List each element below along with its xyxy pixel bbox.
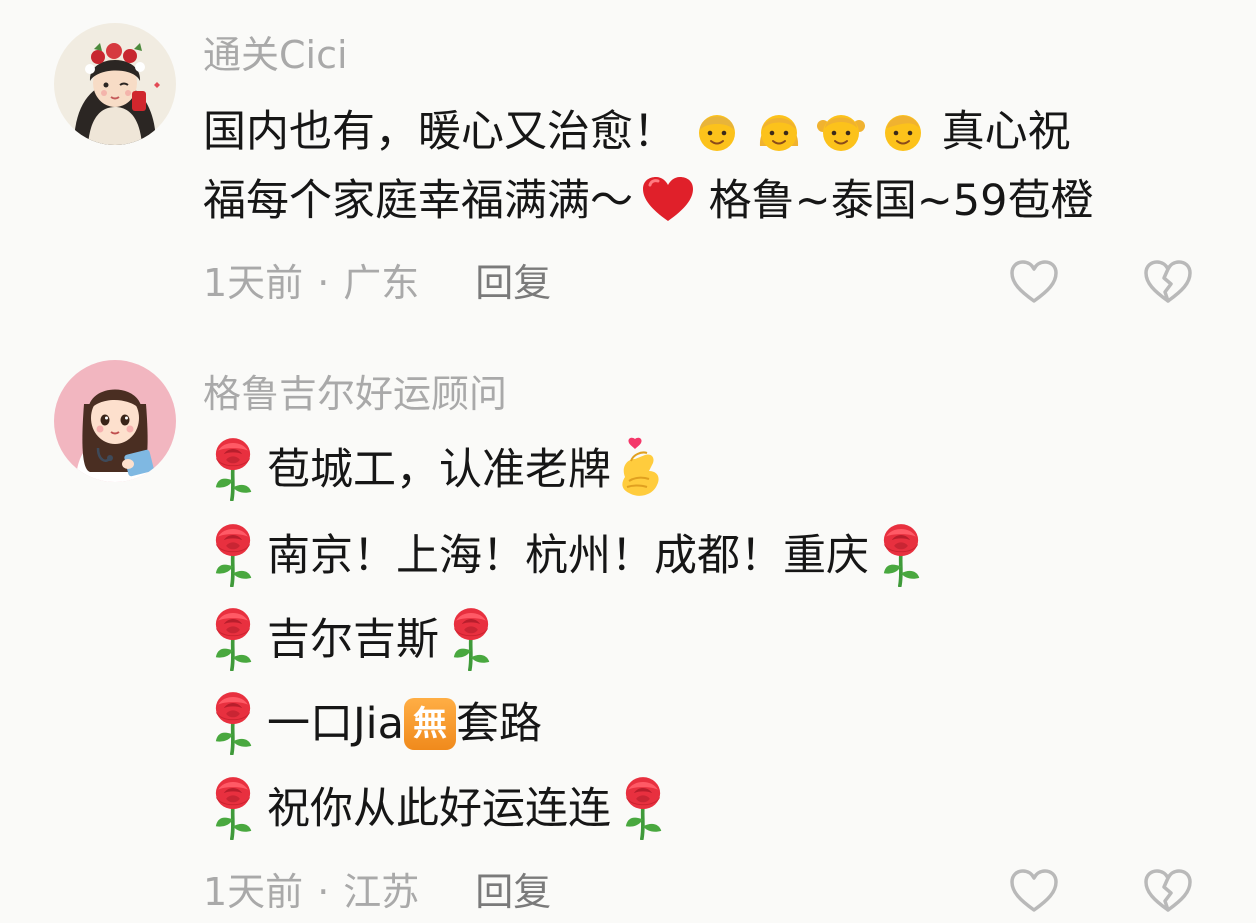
reply-button[interactable]: 回复: [475, 870, 551, 914]
comment-text-segment: 吉尔吉斯: [267, 615, 439, 665]
comment-text-segment: 南京！上海！杭州！成都！重庆: [267, 531, 869, 581]
comment-text-segment: 格鲁~泰国~59苞橙: [695, 176, 1094, 226]
comment-text-line: 祝你从此好运连连: [207, 776, 669, 844]
free-of-charge-badge-icon: 無: [403, 697, 456, 750]
dislike-button[interactable]: [1142, 867, 1194, 915]
rose-emoji: [207, 437, 259, 501]
broken-heart-icon: [1144, 869, 1192, 912]
like-button[interactable]: [1008, 258, 1060, 306]
comment-text-segment: 祝你从此好运连连: [267, 784, 611, 834]
user-avatar[interactable]: [54, 23, 176, 145]
comment-text-line: 吉尔吉斯: [207, 607, 497, 675]
rose-emoji: [875, 523, 927, 587]
comment-meta: 1天前 · 广东 回复: [203, 260, 551, 306]
comment-location: 江苏: [343, 870, 420, 914]
comment-text-line: 南京！上海！杭州！成都！重庆: [207, 523, 927, 591]
rose-emoji: [207, 607, 259, 671]
comment-text: 国内也有，暖心又治愈！ 真心祝 福每个家庭幸福满满～ 格鲁~泰国~59苞橙: [203, 100, 1093, 233]
rose-emoji: [617, 776, 669, 840]
meta-separator: ·: [317, 870, 330, 914]
avatar-image: [54, 360, 176, 482]
boy-emoji: [878, 106, 928, 156]
heart-outline-icon: [1010, 869, 1058, 912]
comment-text-segment: 真心祝: [928, 107, 1071, 157]
comment-text-segment: 一口Jia: [267, 699, 404, 749]
comment-time: 1天前: [203, 870, 304, 914]
comment-text-segment: 国内也有，暖心又治愈！: [203, 107, 676, 157]
rose-emoji: [207, 523, 259, 587]
comment-text-line: 苞城工，认准老牌: [207, 437, 665, 505]
red-heart-emoji: [643, 176, 693, 221]
heart-outline-icon: [1010, 260, 1058, 303]
rose-emoji: [207, 691, 259, 755]
broken-heart-icon: [1144, 260, 1192, 303]
comment-username[interactable]: 格鲁吉尔好运顾问: [203, 371, 507, 417]
rose-emoji: [207, 776, 259, 840]
rose-emoji: [445, 607, 497, 671]
meta-separator: ·: [317, 261, 330, 305]
comment-text-segment: 福每个家庭幸福满满～: [203, 176, 633, 226]
hand-with-index-finger-and-thumb-crossed-emoji: [622, 437, 659, 496]
girl-emoji: [817, 106, 865, 156]
avatar-image: [54, 23, 176, 145]
comment-time: 1天前: [203, 261, 304, 305]
comment-location: 广东: [343, 261, 420, 305]
like-button[interactable]: [1008, 867, 1060, 915]
man-emoji: [692, 106, 742, 156]
comment-username[interactable]: 通关Cici: [203, 32, 348, 78]
user-avatar[interactable]: [54, 360, 176, 482]
comment-text-line: 一口Jia 無套路: [207, 691, 542, 759]
woman-emoji: [759, 106, 799, 156]
comment-meta: 1天前 · 江苏 回复: [203, 869, 551, 915]
reply-button[interactable]: 回复: [475, 261, 551, 305]
dislike-button[interactable]: [1142, 258, 1194, 306]
comment-text-segment: 苞城工，认准老牌: [267, 445, 611, 495]
comment-text-segment: 套路: [455, 699, 542, 749]
